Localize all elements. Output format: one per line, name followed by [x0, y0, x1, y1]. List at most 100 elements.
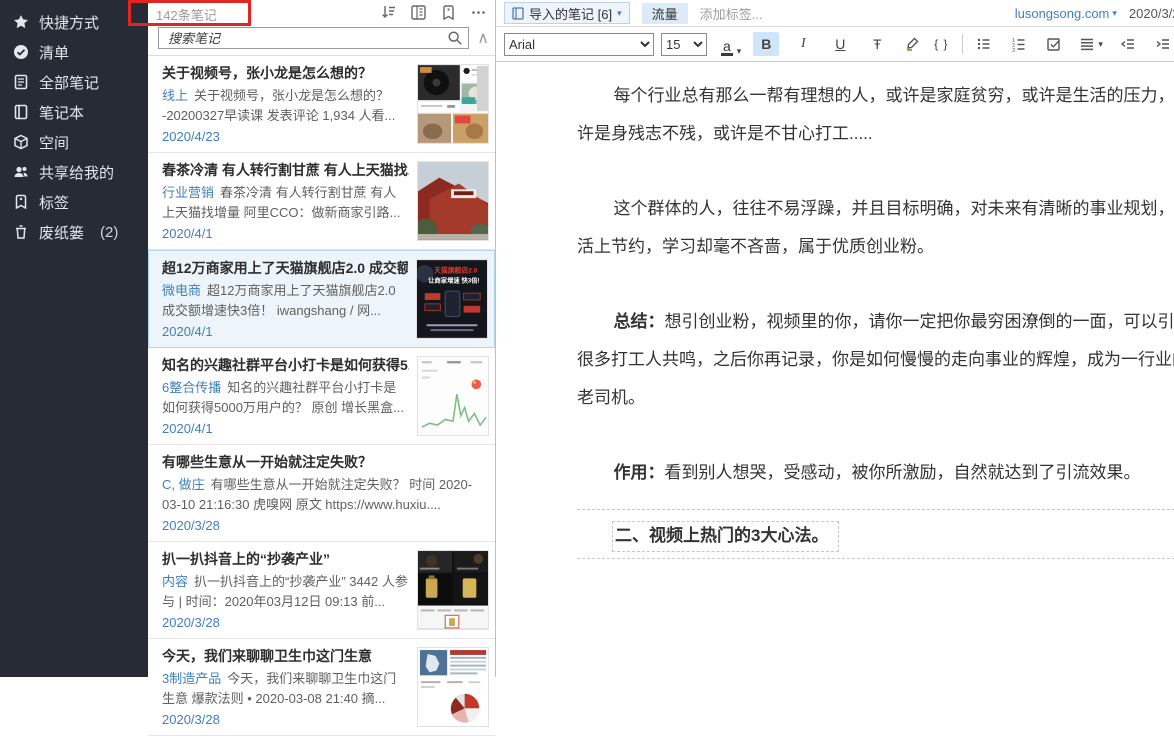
note-snippet: 行业营销春茶冷清 有人转行割甘蔗 有人上天猫找增量 阿里CCO：做新商家引路..…	[162, 183, 409, 223]
sidebar-item-label: 空间	[39, 132, 69, 153]
align-button[interactable]: ▾	[1076, 32, 1106, 56]
note-date: 2020/4/23	[162, 128, 409, 146]
note-snippet: C, 做庄有哪些生意从一开始就注定失败？ 时间 2020-03-10 21:16…	[162, 475, 489, 515]
note-count-label: 142条笔记	[156, 5, 217, 24]
checklist-button[interactable]	[1041, 32, 1067, 56]
note-snippet: 6整合传播知名的兴趣社群平台小打卡是如何获得5000万用户的？ 原创 增长黑盒.…	[162, 378, 409, 418]
indent-button[interactable]	[1150, 32, 1174, 56]
note-list-item-selected[interactable]: 超12万商家用上了天猫旗舰店2.0 成交额... 微电商超12万商家用上了天猫旗…	[148, 250, 495, 348]
editor-paragraph: 总结：想引创业粉，视频里的你，请你一定把你最穷困潦倒的一面，可以引起很多打工人共…	[577, 303, 1174, 417]
note-list-header: 142条笔记	[148, 0, 495, 25]
more-icon[interactable]	[470, 4, 487, 21]
note-list-item[interactable]: 有哪些生意从一开始就注定失败？ C, 做庄有哪些生意从一开始就注定失败？ 时间 …	[148, 445, 495, 542]
caret-down-icon: ▾	[1112, 9, 1117, 18]
bullet-list-icon	[976, 36, 992, 52]
bullet-list-button[interactable]	[971, 32, 997, 56]
note-date: 2020/3/28	[162, 614, 409, 632]
format-toolbar: Arial 15 a ▾ B I U Ŧ	[496, 27, 1174, 62]
sidebar-item-spaces[interactable]: 空间	[0, 127, 148, 157]
underline-button[interactable]: U	[827, 32, 853, 56]
code-button[interactable]: { }	[928, 32, 954, 56]
search-icon[interactable]	[447, 30, 463, 46]
note-list-item[interactable]: 春茶冷清 有人转行割甘蔗 有人上天猫找... 行业营销春茶冷清 有人转行割甘蔗 …	[148, 153, 495, 250]
note-editor[interactable]: 每个行业总有那么一帮有理想的人，或许是家庭贫穷，或许是生活的压力，或许是身残志不…	[496, 62, 1174, 677]
caret-down-icon: ▾	[737, 47, 742, 56]
star-icon	[13, 14, 29, 30]
sidebar-item-trash[interactable]: 废纸篓 (2)	[0, 217, 148, 247]
search-box[interactable]	[158, 27, 469, 49]
note-title: 扒一扒抖音上的“抄袭产业”	[162, 550, 409, 569]
sort-icon[interactable]	[380, 4, 397, 21]
note-tag[interactable]: 内容	[162, 574, 188, 589]
add-tag-field[interactable]: 添加标签...	[700, 4, 763, 23]
svg-text:让商家增速 快3倍!: 让商家增速 快3倍!	[428, 275, 479, 284]
outdent-button[interactable]	[1115, 32, 1141, 56]
note-thumbnail	[417, 647, 489, 727]
note-date: 2020/4/1	[162, 420, 409, 438]
note-thumbnail	[417, 161, 489, 241]
note-date: 2020/4/1	[162, 225, 409, 243]
note-title: 知名的兴趣社群平台小打卡是如何获得5...	[162, 356, 409, 375]
sidebar-item-tags[interactable]: 标签	[0, 187, 148, 217]
note-snippet: 内容扒一扒抖音上的“抄袭产业” 3442 人参与 | 时间：2020年03月12…	[162, 572, 409, 612]
dashed-divider	[577, 509, 1174, 510]
note-list-item[interactable]: 扒一扒抖音上的“抄袭产业” 内容扒一扒抖音上的“抄袭产业” 3442 人参与 |…	[148, 542, 495, 639]
sidebar-item-notebooks[interactable]: 笔记本	[0, 97, 148, 127]
note-list-item[interactable]: 今天，我们来聊聊卫生巾这门生意 3制造产品今天，我们来聊聊卫生巾这门生意 爆款法…	[148, 639, 495, 736]
note-date-selector[interactable]: 2020/3/28 ▾	[1129, 6, 1174, 21]
dashed-divider	[577, 558, 1174, 559]
note-title: 有哪些生意从一开始就注定失败？	[162, 453, 489, 472]
note-title: 今天，我们来聊聊卫生巾这门生意	[162, 647, 409, 666]
numbered-list-button[interactable]: 123	[1006, 32, 1032, 56]
view-mode-icon[interactable]	[410, 4, 427, 21]
note-list-item[interactable]: 知名的兴趣社群平台小打卡是如何获得5... 6整合传播知名的兴趣社群平台小打卡是…	[148, 348, 495, 445]
sidebar-item-label: 共享给我的	[39, 162, 114, 183]
sidebar-item-checklist[interactable]: 清单	[0, 37, 148, 67]
app-window: 快捷方式 清单 全部笔记 笔记本 空间 共享给我的 标签 废纸篓	[0, 0, 1174, 677]
note-snippet: 线上关于视频号，张小龙是怎么想的？ -20200327早读课 发表评论 1,93…	[162, 86, 409, 126]
strikethrough-button[interactable]: Ŧ	[864, 32, 890, 56]
font-family-select[interactable]: Arial	[504, 33, 654, 56]
caret-down-icon: ▾	[617, 9, 622, 18]
italic-button[interactable]: I	[790, 32, 816, 56]
note-tag[interactable]: 线上	[162, 88, 188, 103]
note-list-item[interactable]: 关于视频号，张小龙是怎么想的？ 线上关于视频号，张小龙是怎么想的？ -20200…	[148, 56, 495, 153]
sidebar-item-label: 全部笔记	[39, 72, 99, 93]
note-tag[interactable]: 3制造产品	[162, 671, 221, 686]
note-date: 2020/3/28	[162, 517, 489, 535]
notebook-selector-button[interactable]: 导入的笔记 [6] ▾	[504, 2, 630, 24]
author-link[interactable]: lusongsong.com ▾	[1015, 6, 1117, 21]
note-tag[interactable]: 微电商	[162, 283, 201, 298]
note-date: 2020/4/1	[162, 323, 408, 341]
note-date: 2020/3/28	[162, 711, 409, 729]
sidebar: 快捷方式 清单 全部笔记 笔记本 空间 共享给我的 标签 废纸篓	[0, 0, 148, 677]
align-left-icon	[1079, 36, 1095, 52]
note-tag[interactable]: 6整合传播	[162, 380, 221, 395]
document-header: 导入的笔记 [6] ▾ 流量 添加标签... lusongsong.com ▾ …	[496, 0, 1174, 27]
sidebar-item-shared-with-me[interactable]: 共享给我的	[0, 157, 148, 187]
svg-text:天猫旗舰店2.0: 天猫旗舰店2.0	[434, 266, 478, 275]
note-tag[interactable]: 行业营销	[162, 185, 214, 200]
font-size-select[interactable]: 15	[661, 33, 707, 56]
font-color-button[interactable]: a ▾	[718, 32, 744, 56]
checklist-icon	[1046, 36, 1062, 52]
note-list-scrollbar[interactable]	[477, 66, 488, 111]
trash-count: (2)	[100, 224, 118, 241]
note-thumbnail	[417, 356, 489, 436]
note-thumbnail	[417, 550, 489, 630]
editor-paragraph: 作用：看到别人想哭，受感动，被你所激励，自然就达到了引流效果。	[577, 454, 1174, 492]
bold-button[interactable]: B	[753, 32, 779, 56]
editor-panel: 导入的笔记 [6] ▾ 流量 添加标签... lusongsong.com ▾ …	[496, 0, 1174, 677]
note-tag-chip[interactable]: 流量	[642, 3, 688, 24]
note-title: 超12万商家用上了天猫旗舰店2.0 成交额...	[162, 259, 408, 278]
chevron-up-icon[interactable]: ∧	[477, 28, 489, 48]
search-input[interactable]	[166, 30, 447, 47]
sidebar-item-shortcuts[interactable]: 快捷方式	[0, 7, 148, 37]
sidebar-item-all-notes[interactable]: 全部笔记	[0, 67, 148, 97]
svg-text:3: 3	[1012, 48, 1015, 52]
note-snippet: 3制造产品今天，我们来聊聊卫生巾这门生意 爆款法则 • 2020-03-08 2…	[162, 669, 409, 709]
highlight-button[interactable]	[899, 32, 925, 56]
tag-filter-icon[interactable]	[440, 4, 457, 21]
note-tag[interactable]: C, 做庄	[162, 477, 205, 492]
search-row: ∧	[148, 25, 495, 56]
